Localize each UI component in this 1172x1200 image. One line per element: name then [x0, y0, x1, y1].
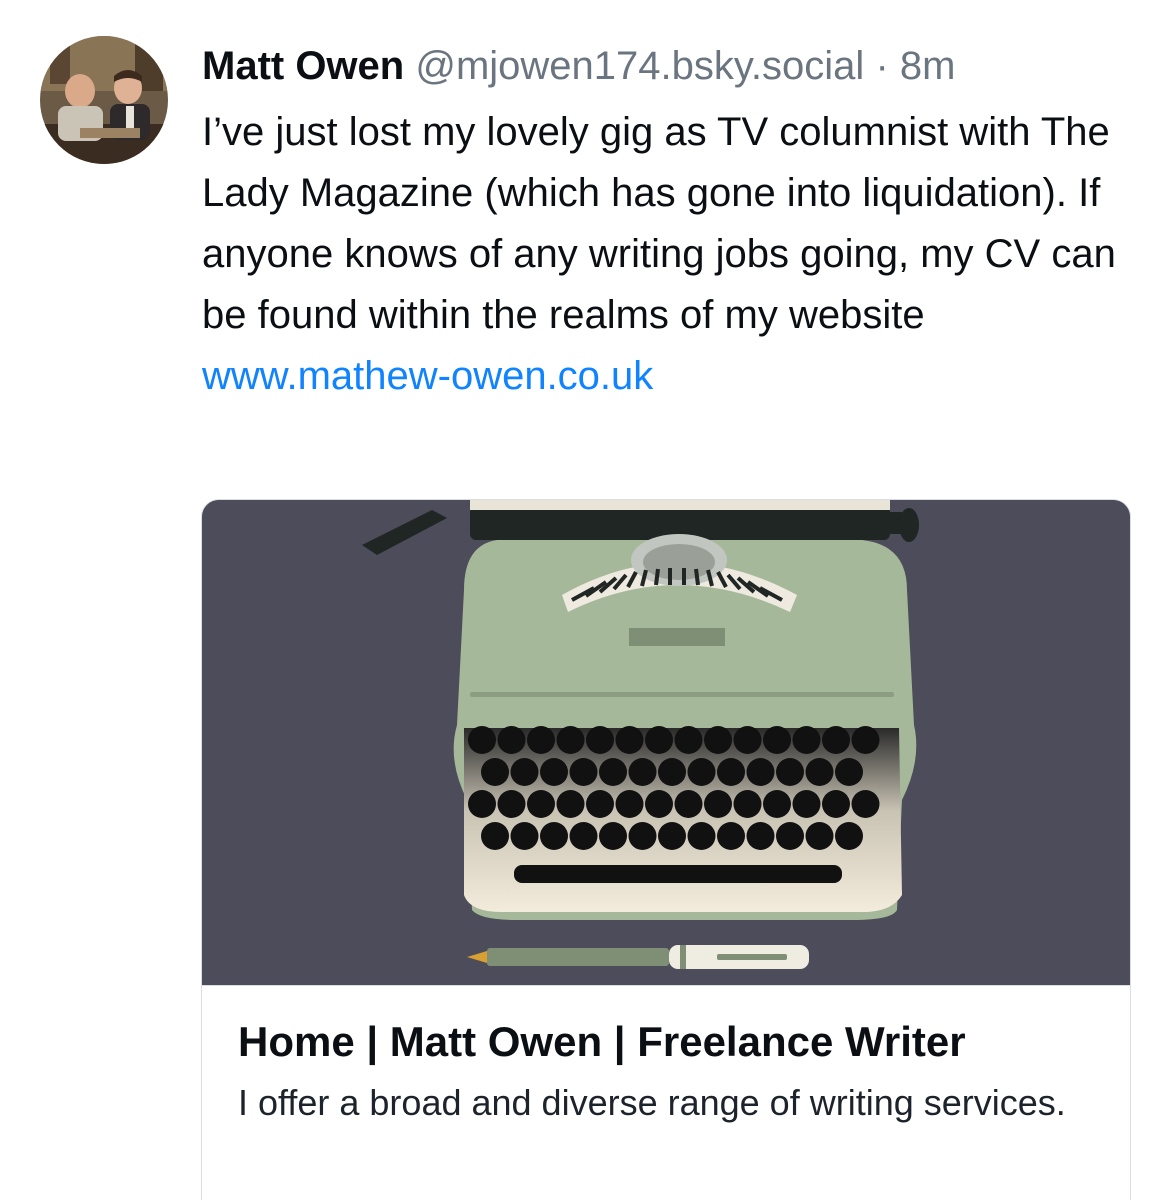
typewriter-key-icon	[733, 790, 762, 818]
typewriter-key-icon	[599, 758, 627, 786]
typewriter-key-icon	[481, 822, 509, 850]
post-timestamp[interactable]: 8m	[900, 44, 956, 88]
typewriter-key-icon	[628, 758, 657, 786]
typewriter-key-icon	[569, 758, 598, 786]
typewriter-key-icon	[776, 822, 804, 850]
avatar-photo	[40, 36, 168, 164]
typewriter-key-icon	[733, 726, 762, 754]
typewriter-key-icon	[763, 790, 791, 818]
typewriter-key-icon	[599, 822, 627, 850]
typewriter-key-icon	[556, 790, 585, 818]
typewriter-key-icon	[615, 790, 644, 818]
typewriter-key-icon	[835, 758, 863, 786]
typewriter-key-icon	[776, 758, 804, 786]
typewriter-key-icon	[805, 822, 834, 850]
typewriter-key-icon	[822, 790, 850, 818]
typewriter-key-icon	[569, 822, 598, 850]
link-card-description: I offer a broad and diverse range of wri…	[238, 1082, 1066, 1123]
typewriter-key-icon	[792, 726, 821, 754]
typewriter-key-icon	[645, 726, 673, 754]
typewriter-key-icon	[746, 822, 775, 850]
typewriter-key-icon	[481, 758, 509, 786]
typewriter-key-icon	[763, 726, 791, 754]
typewriter-key-icon	[497, 726, 526, 754]
typewriter-key-icon	[792, 790, 821, 818]
typewriter-key-icon	[822, 726, 850, 754]
typewriter-key-icon	[510, 758, 539, 786]
typewriter-key-icon	[510, 822, 539, 850]
typewriter-key-icon	[540, 758, 568, 786]
typewriter-key-icon	[851, 726, 880, 754]
link-card-title[interactable]: Home | Matt Owen | Freelance Writer	[238, 1014, 1094, 1070]
link-card-text: Home | Matt Owen | Freelance Writer I of…	[202, 985, 1130, 1130]
link-card[interactable]: Home | Matt Owen | Freelance Writer I of…	[201, 499, 1131, 1200]
post-header: Matt Owen @mjowen174.bsky.social · 8m	[202, 40, 955, 92]
typewriter-key-icon	[835, 822, 863, 850]
typewriter-illustration-icon	[202, 500, 1130, 985]
typewriter-key-icon	[468, 790, 496, 818]
typewriter-key-icon	[497, 790, 526, 818]
typewriter-key-icon	[674, 790, 703, 818]
author-handle[interactable]: @mjowen174.bsky.social	[415, 44, 864, 88]
link-card-image	[202, 500, 1130, 985]
author-name[interactable]: Matt Owen	[202, 44, 404, 88]
typewriter-key-icon	[615, 726, 644, 754]
typewriter-key-icon	[851, 790, 880, 818]
typewriter-key-icon	[645, 790, 673, 818]
typewriter-key-icon	[658, 822, 686, 850]
typewriter-key-icon	[717, 758, 745, 786]
post-body: I’ve just lost my lovely gig as TV colum…	[202, 102, 1142, 407]
typewriter-key-icon	[628, 822, 657, 850]
typewriter-key-icon	[717, 822, 745, 850]
typewriter-key-icon	[805, 758, 834, 786]
post-text: I’ve just lost my lovely gig as TV colum…	[202, 110, 1116, 337]
post-link[interactable]: www.mathew-owen.co.uk	[202, 346, 653, 407]
typewriter-key-icon	[746, 758, 775, 786]
typewriter-key-icon	[468, 726, 496, 754]
typewriter-key-icon	[527, 790, 555, 818]
typewriter-key-icon	[704, 726, 732, 754]
typewriter-key-icon	[540, 822, 568, 850]
typewriter-key-icon	[586, 726, 614, 754]
typewriter-key-icon	[658, 758, 686, 786]
typewriter-key-icon	[687, 758, 716, 786]
typewriter-key-icon	[704, 790, 732, 818]
typewriter-key-icon	[527, 726, 555, 754]
separator-dot: ·	[875, 44, 889, 88]
typewriter-key-icon	[586, 790, 614, 818]
post[interactable]: Matt Owen @mjowen174.bsky.social · 8m I’…	[0, 0, 1172, 1200]
typewriter-key-icon	[556, 726, 585, 754]
typewriter-key-icon	[687, 822, 716, 850]
author-avatar[interactable]	[40, 36, 168, 164]
typewriter-key-icon	[674, 726, 703, 754]
